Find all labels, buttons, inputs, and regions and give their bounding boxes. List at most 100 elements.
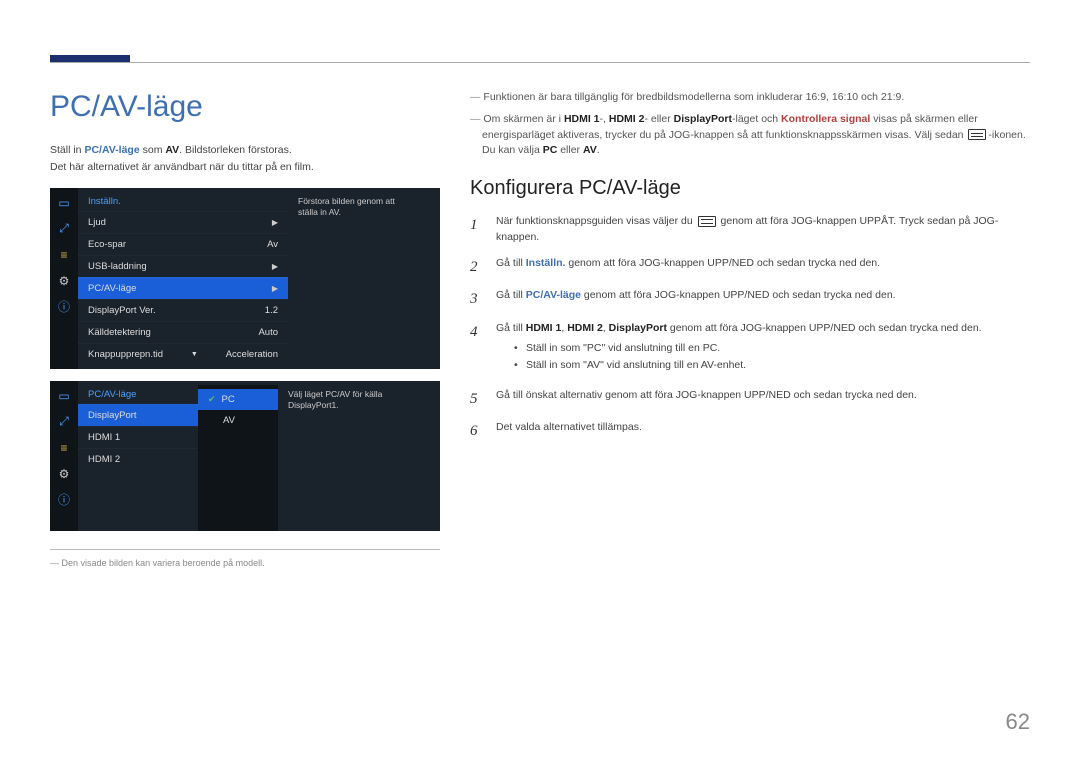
gear-icon: ⚙ [55, 272, 73, 290]
step-6: 6 Det valda alternativet tillämpas. [470, 420, 1030, 443]
label: Eco-spar [88, 239, 126, 250]
osd-sidebar: ▭ ⤢ ≡ ⚙ ⓘ [50, 188, 78, 369]
text: Gå till [496, 322, 526, 334]
step-number: 6 [470, 420, 484, 443]
text: -läget och [732, 113, 781, 125]
osd-row-ecospar[interactable]: Eco-spar Av [78, 233, 288, 255]
bullet-av: Ställ in som "AV" vid anslutning till en… [514, 357, 1030, 374]
label: DisplayPort Ver. [88, 305, 156, 316]
step-number: 3 [470, 288, 484, 311]
text: . Bildstorleken förstoras. [179, 144, 292, 156]
monitor-icon: ▭ [55, 387, 73, 405]
text: När funktionsknappsguiden visas väljer d… [496, 215, 696, 227]
osd-option-av[interactable]: AV [198, 410, 278, 431]
resize-icon: ⤢ [55, 220, 73, 238]
text: . [597, 144, 600, 156]
osd-menu-title: Inställn. [78, 192, 288, 211]
label: Ljud [88, 217, 106, 228]
monitor-icon: ▭ [55, 194, 73, 212]
osd-description: Förstora bilden genom att ställa in AV. [288, 188, 408, 369]
label: DisplayPort [88, 410, 137, 421]
header-rule [50, 62, 1030, 63]
osd-mode-popup: ✔ PC AV [198, 385, 278, 531]
displayport-label: DisplayPort [674, 113, 732, 125]
footnote: ― Den visade bilden kan variera beroende… [50, 558, 440, 568]
label: USB-laddning [88, 261, 147, 272]
value: 1.2 [265, 305, 278, 316]
label: AV [223, 415, 235, 426]
osd-sidebar: ▭ ⤢ ≡ ⚙ ⓘ [50, 381, 78, 531]
check-icon: ✔ [208, 394, 216, 405]
step-number: 4 [470, 321, 484, 378]
osd-row-usb[interactable]: USB-laddning ▶ [78, 255, 288, 277]
footnote-rule: ― Den visade bilden kan variera beroende… [50, 549, 440, 568]
osd-settings-panel: ▭ ⤢ ≡ ⚙ ⓘ Inställn. Ljud▶ Eco-sparAv USB… [50, 188, 440, 369]
osd-row-dpver[interactable]: DisplayPort Ver. 1.2 [78, 299, 288, 321]
pcav-label: PC/AV-läge [526, 289, 581, 301]
label: HDMI 2 [88, 454, 120, 465]
bullet-pc: Ställ in som "PC" vid anslutning till en… [514, 340, 1030, 357]
step-body: Gå till HDMI 1, HDMI 2, DisplayPort geno… [496, 321, 1030, 378]
step-4: 4 Gå till HDMI 1, HDMI 2, DisplayPort ge… [470, 321, 1030, 378]
configure-title: Konfigurera PC/AV-läge [470, 177, 1030, 200]
pcav-label: PC/AV-läge [84, 144, 139, 156]
step-5: 5 Gå till önskat alternativ genom att fö… [470, 388, 1030, 411]
step-number: 1 [470, 214, 484, 246]
osd-row-keyrepeat[interactable]: Knappupprepn.tid▼Acceleration [78, 343, 288, 365]
text: Ställ in [50, 144, 84, 156]
gear-icon: ⚙ [55, 465, 73, 483]
note-signal: Om skärmen är i HDMI 1-, HDMI 2- eller D… [470, 112, 1030, 159]
info-icon: ⓘ [55, 298, 73, 316]
step-body: Gå till PC/AV-läge genom att föra JOG-kn… [496, 288, 1030, 311]
pc-label: PC [543, 144, 558, 156]
osd-row-displayport[interactable]: DisplayPort [78, 404, 198, 426]
signal-warning: Kontrollera signal [781, 113, 870, 125]
chevron-right-icon: ▶ [272, 262, 278, 271]
step-body: Gå till önskat alternativ genom att föra… [496, 388, 1030, 411]
label: PC/AV-läge [88, 283, 136, 294]
osd-source-list: PC/AV-läge DisplayPort HDMI 1 HDMI 2 [78, 381, 198, 531]
step-body: Gå till Inställn. genom att föra JOG-kna… [496, 256, 1030, 279]
value: Auto [258, 327, 278, 338]
step-number: 5 [470, 388, 484, 411]
header-accent [50, 55, 130, 62]
step-body: Det valda alternativet tillämpas. [496, 420, 1030, 443]
intro-para-2: Det här alternativet är användbart när d… [50, 159, 440, 176]
text: -, [600, 113, 609, 125]
osd-row-ljud[interactable]: Ljud▶ [78, 211, 288, 233]
menu-icon [698, 216, 716, 227]
hdmi2-label: HDMI 2 [609, 113, 645, 125]
steps-list: 1 När funktionsknappsguiden visas väljer… [470, 214, 1030, 443]
note-widescreen: Funktionen är bara tillgänglig för bredb… [470, 90, 1030, 106]
step-3: 3 Gå till PC/AV-läge genom att föra JOG-… [470, 288, 1030, 311]
osd-row-hdmi1[interactable]: HDMI 1 [78, 426, 198, 448]
step-number: 2 [470, 256, 484, 279]
label: PC [222, 394, 235, 405]
footnote-text: Den visade bilden kan variera beroende p… [62, 558, 265, 568]
value: Av [267, 239, 278, 250]
page-title: PC/AV-läge [50, 90, 440, 124]
osd-pcav-panel: ▭ ⤢ ≡ ⚙ ⓘ PC/AV-läge DisplayPort HDMI 1 … [50, 381, 440, 531]
text: som [140, 144, 166, 156]
osd-menu: Inställn. Ljud▶ Eco-sparAv USB-laddning▶… [78, 188, 288, 369]
options-icon: ≡ [55, 439, 73, 457]
av-label: AV [583, 144, 597, 156]
step-2: 2 Gå till Inställn. genom att föra JOG-k… [470, 256, 1030, 279]
osd-option-pc[interactable]: ✔ PC [198, 389, 278, 410]
intro-para-1: Ställ in PC/AV-läge som AV. Bildstorleke… [50, 142, 440, 159]
settings-label: Inställn. [526, 257, 566, 269]
right-column: Funktionen är bara tillgänglig för bredb… [470, 90, 1030, 568]
chevron-right-icon: ▶ [272, 284, 278, 293]
osd-row-source[interactable]: KälldetekteringAuto [78, 321, 288, 343]
hdmi1-label: HDMI 1 [564, 113, 600, 125]
step-1: 1 När funktionsknappsguiden visas väljer… [470, 214, 1030, 246]
label: HDMI 1 [88, 432, 120, 443]
label: Knappupprepn.tid [88, 349, 163, 360]
text: Gå till [496, 257, 526, 269]
menu-icon [968, 129, 986, 140]
osd-row-pcav[interactable]: PC/AV-läge ▶ [78, 277, 288, 299]
hdmi1-label: HDMI 1 [526, 322, 562, 334]
text: genom att föra JOG-knappen UPP/NED och s… [565, 257, 880, 269]
osd-description: Välj läget PC/AV för källa DisplayPort1. [278, 381, 398, 531]
osd-row-hdmi2[interactable]: HDMI 2 [78, 448, 198, 470]
